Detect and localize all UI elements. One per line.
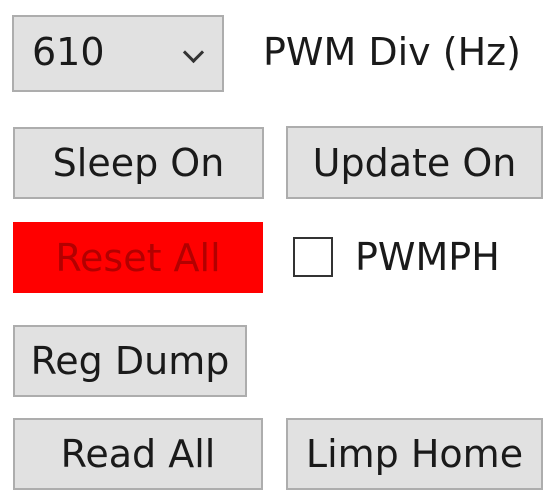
limp-home-button[interactable]: Limp Home [286, 418, 543, 490]
sleep-on-button[interactable]: Sleep On [13, 127, 264, 199]
reg-dump-button[interactable]: Reg Dump [13, 325, 247, 397]
pwmph-checkbox-label: PWMPH [355, 235, 500, 279]
pwm-div-select-value: 610 [32, 30, 105, 74]
reset-all-button[interactable]: Reset All [13, 222, 263, 293]
pwm-div-label: PWM Div (Hz) [263, 30, 521, 74]
chevron-down-icon[interactable] [182, 41, 205, 64]
pwmph-checkbox[interactable] [293, 237, 333, 277]
update-on-button[interactable]: Update On [286, 126, 543, 199]
read-all-button[interactable]: Read All [13, 418, 263, 490]
pwm-div-select[interactable]: 610 [12, 15, 224, 92]
